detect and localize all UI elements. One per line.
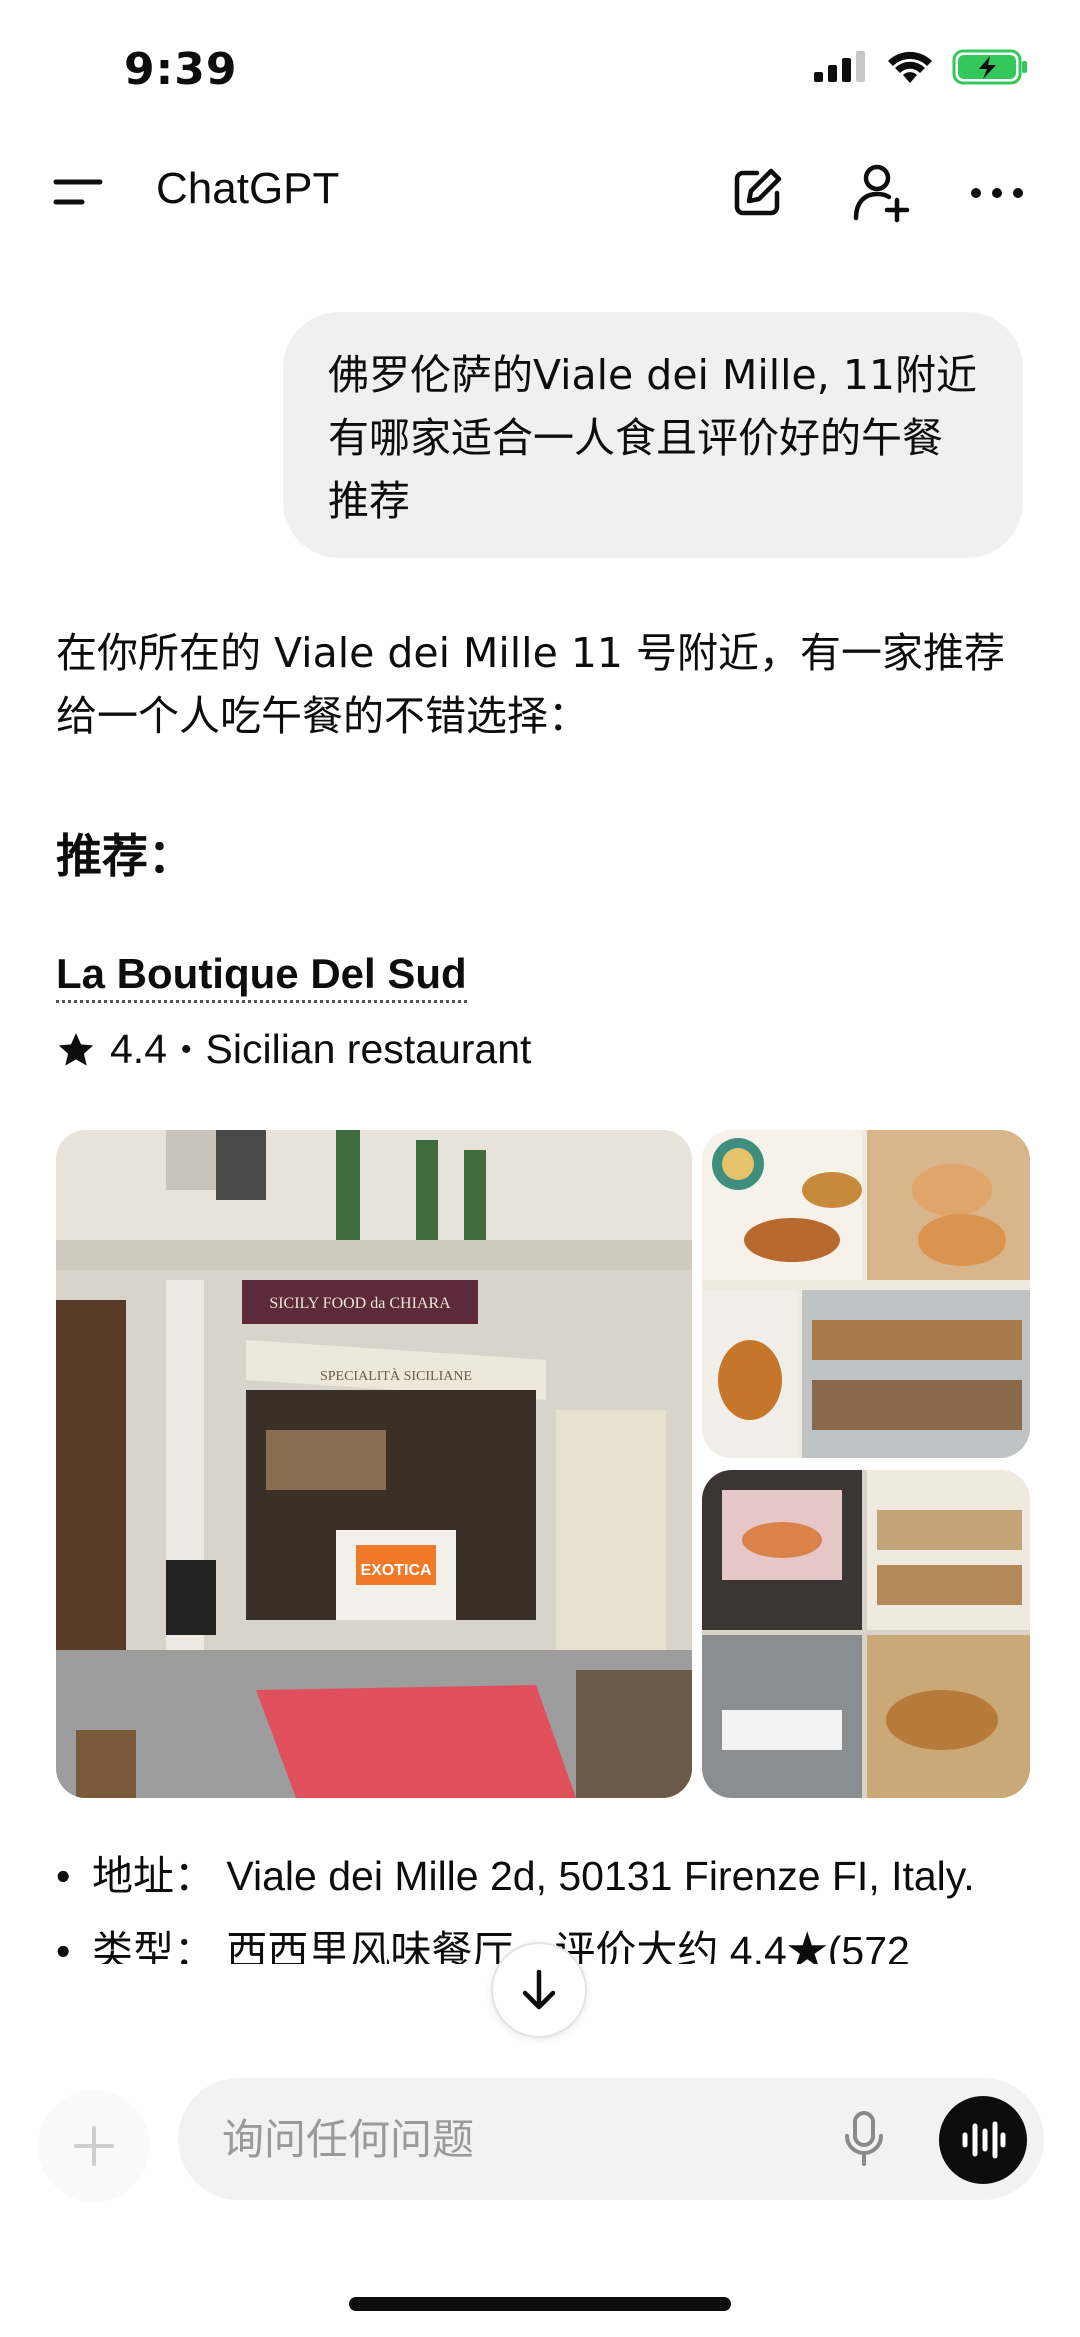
user-message-bubble: 佛罗伦萨的Viale dei Mille, 11附近有哪家适合一人食且评价好的午…: [283, 312, 1023, 558]
battery-charging-icon: [952, 49, 1027, 85]
arrow-down-icon: [522, 1969, 556, 2010]
address-item: 地址： Viale dei Mille 2d, 50131 Firenze FI…: [56, 1845, 1036, 1908]
microphone-icon: [845, 2111, 883, 2166]
new-chat-button[interactable]: [722, 158, 792, 228]
add-attachment-button[interactable]: [38, 2090, 150, 2202]
photo-sign-text: SICILY FOOD da CHIARA: [269, 1295, 451, 1312]
restaurant-photo-main[interactable]: SICILY FOOD da CHIARA SPECIALITÀ SICILIA…: [56, 1130, 692, 1798]
new-chat-icon: [734, 168, 782, 216]
add-person-icon: [853, 164, 910, 223]
add-person-button[interactable]: [846, 158, 916, 228]
photo-cart-label: EXOTICA: [360, 1562, 432, 1579]
photo-awning-text: SPECIALITÀ SICILIANE: [320, 1367, 472, 1384]
section-title: 推荐：: [56, 829, 194, 883]
more-icon: [971, 188, 1023, 198]
home-indicator: [349, 2297, 731, 2311]
place-meta: 4.4 • Sicilian restaurant: [56, 1026, 531, 1073]
restaurant-photo-food-1[interactable]: [702, 1130, 1030, 1458]
scroll-to-bottom-button[interactable]: [491, 1942, 587, 2038]
cellular-signal-icon: [814, 51, 865, 82]
meta-separator: •: [181, 1032, 192, 1066]
restaurant-photo-food-2[interactable]: [702, 1470, 1030, 1798]
place-category: Sicilian restaurant: [205, 1026, 532, 1072]
dictate-button[interactable]: [830, 2104, 898, 2174]
voice-mode-button[interactable]: [939, 2096, 1027, 2184]
app-title: ChatGPT: [156, 164, 340, 213]
assistant-intro: 在你所在的 Viale dei Mille 11 号附近，有一家推荐给一个人吃午…: [56, 629, 1006, 740]
more-button[interactable]: [962, 158, 1032, 228]
voice-mode-icon: [962, 2121, 1006, 2159]
place-name-link[interactable]: La Boutique Del Sud: [56, 950, 467, 1003]
menu-icon[interactable]: [52, 170, 104, 214]
plus-icon: [74, 2126, 114, 2166]
status-icons: [812, 48, 1030, 86]
message-input[interactable]: [222, 2104, 802, 2174]
status-time: 9:39: [124, 44, 238, 95]
star-icon: [58, 1032, 94, 1066]
wifi-icon: [888, 51, 932, 83]
app-header: ChatGPT: [0, 150, 1080, 240]
place-rating: 4.4: [110, 1026, 167, 1072]
